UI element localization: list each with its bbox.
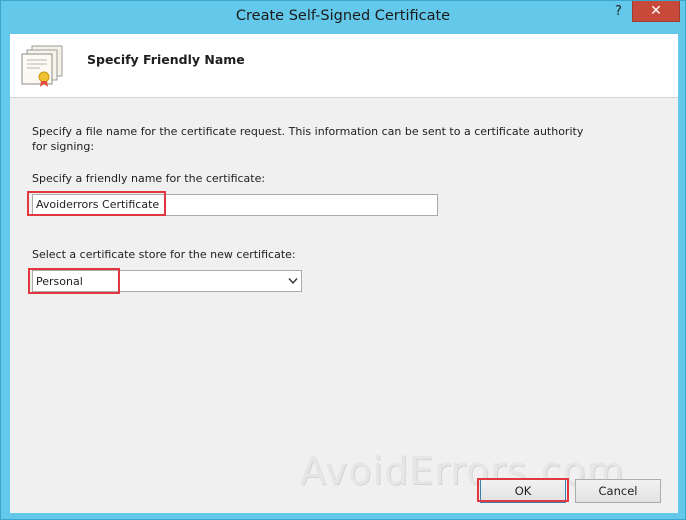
page-title: Specify Friendly Name bbox=[87, 52, 245, 67]
store-selected-value: Personal bbox=[36, 275, 83, 288]
chevron-down-icon[interactable] bbox=[288, 277, 298, 285]
title-bar[interactable]: Create Self-Signed Certificate ? ✕ bbox=[1, 1, 685, 34]
dialog-window: Create Self-Signed Certificate ? ✕ Speci… bbox=[0, 0, 686, 520]
certificate-store-select[interactable]: Personal bbox=[32, 270, 302, 292]
cancel-button[interactable]: Cancel bbox=[575, 479, 661, 503]
certificate-store-label: Select a certificate store for the new c… bbox=[32, 248, 296, 261]
dialog-body: Specify Friendly Name Specify a file nam… bbox=[10, 34, 678, 513]
wizard-header: Specify Friendly Name bbox=[10, 34, 678, 98]
help-button[interactable]: ? bbox=[605, 1, 632, 22]
window-title: Create Self-Signed Certificate bbox=[235, 8, 451, 24]
ok-button[interactable]: OK bbox=[480, 479, 566, 503]
friendly-name-input[interactable]: Avoiderrors Certificate bbox=[32, 194, 438, 216]
friendly-name-label: Specify a friendly name for the certific… bbox=[32, 172, 266, 185]
certificate-icon bbox=[21, 45, 63, 87]
description-text: Specify a file name for the certificate … bbox=[32, 125, 584, 153]
close-button[interactable]: ✕ bbox=[632, 1, 680, 22]
